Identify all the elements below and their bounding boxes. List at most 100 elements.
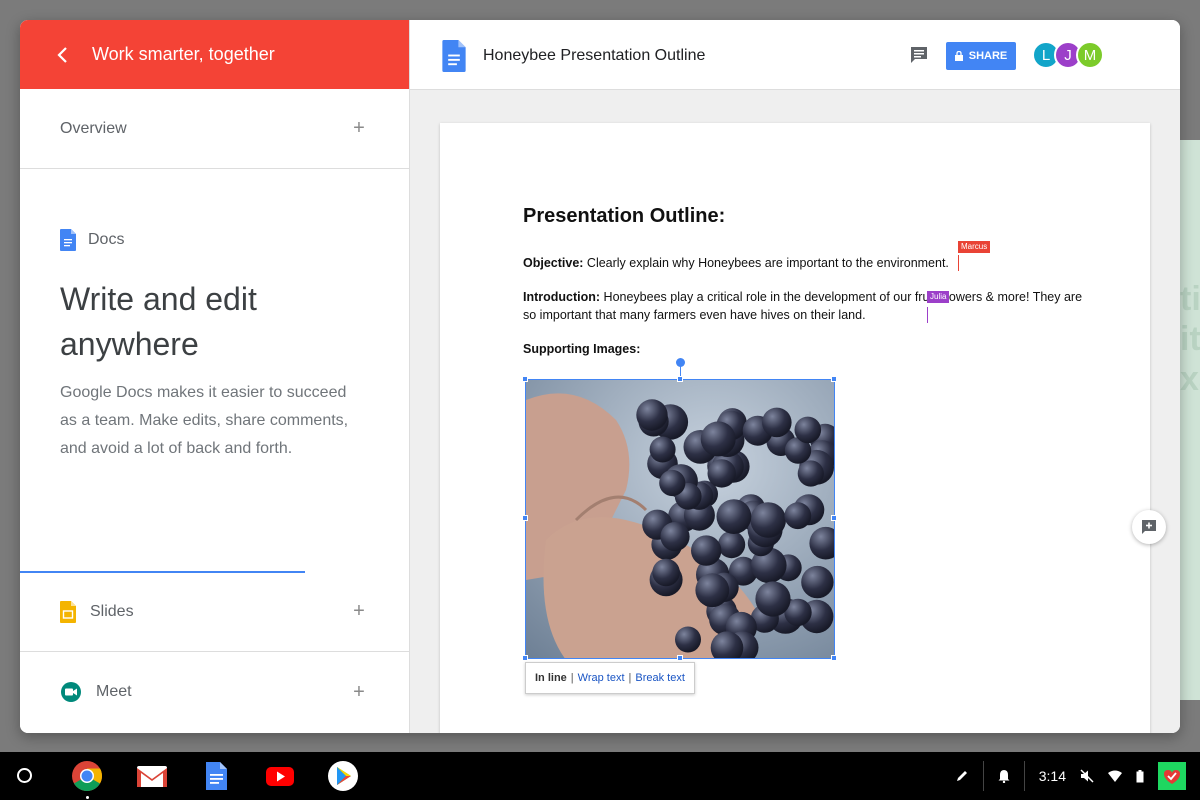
introduction-paragraph[interactable]: Introduction: Honeybees play a critical … (523, 288, 1083, 324)
slides-label: Slides (90, 602, 134, 620)
blueberry (700, 421, 736, 457)
expand-plus-icon[interactable]: + (349, 681, 369, 704)
divider (1023, 761, 1025, 791)
intro-label: Introduction: (523, 290, 601, 304)
meet-label: Meet (96, 683, 132, 700)
back-arrow-icon[interactable] (56, 44, 74, 66)
share-label: SHARE (968, 50, 1008, 62)
image-wrap-menu: In line | Wrap text | Break text (525, 662, 695, 694)
gmail-icon[interactable] (136, 760, 168, 792)
resize-handle-sw[interactable] (522, 655, 528, 661)
blueberry (675, 626, 701, 653)
accordion-slides[interactable]: Slides + (20, 572, 409, 652)
document-page[interactable]: Presentation Outline: Objective: Clearly… (440, 123, 1150, 733)
blueberries-photo (526, 380, 834, 658)
divider (982, 761, 984, 791)
stylus-pen-icon[interactable] (955, 769, 969, 783)
expand-plus-icon[interactable]: + (349, 600, 369, 623)
avatar[interactable]: M (1076, 41, 1104, 69)
separator: | (570, 672, 574, 684)
blueberry (794, 416, 822, 444)
blueberry (695, 573, 730, 608)
docs-file-icon (442, 40, 466, 72)
marcus-cursor-tag: Marcus (958, 241, 991, 253)
launcher-icon[interactable] (17, 768, 32, 783)
inline-option[interactable]: In line (535, 672, 567, 684)
keep-icon[interactable] (1158, 762, 1186, 790)
volume-muted-icon (1080, 769, 1094, 783)
blueberry (636, 399, 668, 431)
supporting-images-label[interactable]: Supporting Images: (523, 340, 1083, 358)
doc-heading[interactable]: Presentation Outline: (523, 205, 1083, 228)
resize-handle-s[interactable] (677, 655, 683, 661)
blueberry (716, 499, 752, 534)
section-progress-bar (20, 571, 305, 573)
blueberry (755, 581, 791, 617)
collaborator-avatars: L J M (1032, 41, 1104, 69)
app-window: Work smarter, together Overview + Docs W… (20, 20, 1180, 733)
accordion-meet[interactable]: Meet + (20, 652, 409, 732)
wrap-text-option[interactable]: Wrap text (578, 672, 625, 684)
doc-toolbar: Honeybee Presentation Outline SHARE L J … (410, 20, 1180, 90)
document-content[interactable]: Presentation Outline: Objective: Clearly… (523, 205, 1083, 374)
separator: | (628, 672, 632, 684)
resize-handle-e[interactable] (831, 515, 837, 521)
battery-icon (1136, 769, 1144, 782)
blueberry (784, 502, 812, 530)
clock: 3:14 (1038, 768, 1066, 784)
blueberry (659, 469, 686, 497)
objective-paragraph[interactable]: Objective: Clearly explain why Honeybees… (523, 241, 1083, 272)
break-text-option[interactable]: Break text (635, 672, 685, 684)
selected-image[interactable] (522, 358, 837, 661)
notification-bell-icon[interactable] (998, 769, 1010, 783)
supporting-label-text: Supporting Images: (523, 342, 641, 356)
meet-icon (61, 682, 81, 702)
overview-label: Overview (60, 119, 127, 137)
expand-plus-icon[interactable]: + (349, 117, 369, 140)
play-store-icon[interactable] (327, 760, 359, 792)
resize-handle-n[interactable] (677, 376, 683, 382)
left-panel: Work smarter, together Overview + Docs W… (20, 20, 410, 733)
docs-product-line: Docs (60, 229, 369, 251)
docs-label: Docs (88, 231, 125, 248)
lock-icon (954, 51, 963, 61)
docs-section: Docs Write and edit anywhere Google Docs… (20, 169, 409, 573)
rotate-handle[interactable] (676, 358, 685, 367)
blueberry (691, 535, 722, 566)
blueberry (652, 558, 680, 587)
objective-label: Objective: (523, 256, 584, 270)
blueberry (797, 460, 824, 487)
doc-title: Honeybee Presentation Outline (483, 47, 706, 64)
status-area[interactable]: 3:14 (955, 752, 1186, 800)
share-button[interactable]: SHARE (946, 42, 1016, 70)
left-header: Work smarter, together (20, 20, 409, 89)
wifi-icon (1108, 770, 1122, 782)
resize-handle-ne[interactable] (831, 376, 837, 382)
blueberry (801, 565, 834, 599)
marcus-cursor (958, 255, 959, 271)
resize-handle-se[interactable] (831, 655, 837, 661)
left-header-title: Work smarter, together (92, 44, 275, 64)
docs-product-icon (60, 229, 76, 251)
docs-icon[interactable] (200, 760, 232, 792)
running-indicator (86, 796, 89, 799)
blueberry (750, 502, 786, 538)
blueberry (762, 407, 792, 438)
headline: Write and edit anywhere (60, 281, 257, 362)
intro-text: Honeybees play a critical role in the de… (523, 290, 1083, 322)
julia-cursor (927, 307, 928, 323)
resize-handle-w[interactable] (522, 515, 528, 521)
add-comment-icon (1142, 520, 1156, 534)
chrome-icon[interactable] (71, 760, 103, 792)
comment-icon[interactable] (910, 46, 928, 64)
blueberry (649, 436, 676, 463)
julia-cursor-tag: Julia (927, 291, 950, 303)
youtube-icon[interactable] (264, 760, 296, 792)
accordion-overview[interactable]: Overview + (20, 89, 409, 169)
description: Google Docs makes it easier to succeed a… (60, 384, 349, 457)
blueberry (718, 531, 746, 559)
blueberry (707, 459, 736, 488)
add-comment-button[interactable] (1132, 510, 1166, 544)
resize-handle-nw[interactable] (522, 376, 528, 382)
objective-text: Clearly explain why Honeybees are import… (583, 256, 949, 270)
